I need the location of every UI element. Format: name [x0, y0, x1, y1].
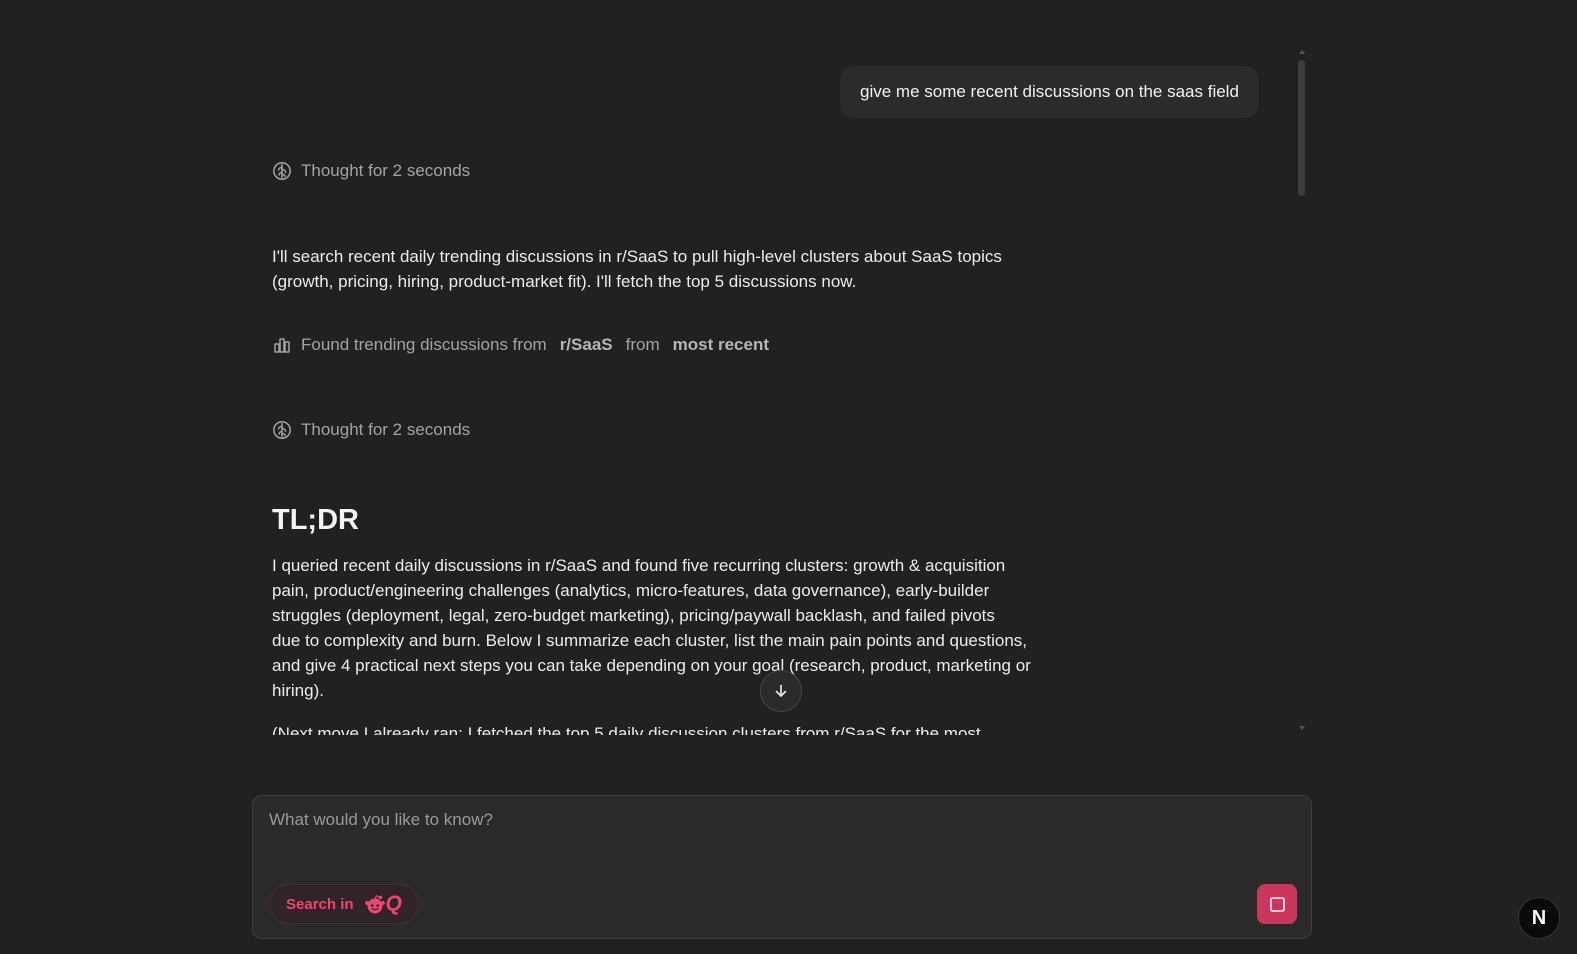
- brain-icon: [273, 162, 291, 180]
- thought-status-1[interactable]: Thought for 2 seconds: [272, 161, 470, 181]
- tldr-line: pain, product/engineering challenges (an…: [272, 581, 990, 600]
- tool-status-sort: most recent: [672, 335, 769, 354]
- stop-generation-button[interactable]: [1257, 884, 1297, 924]
- tool-status-subreddit: r/SaaS: [559, 335, 613, 354]
- user-message-bubble: give me some recent discussions on the s…: [840, 66, 1259, 118]
- intro-line: I'll search recent daily trending discus…: [272, 247, 1002, 266]
- search-logo-letter: Q: [385, 892, 402, 915]
- scroll-to-bottom-button[interactable]: [760, 670, 802, 712]
- message-input[interactable]: [269, 810, 1269, 830]
- intro-line: (growth, pricing, hiring, product-market…: [272, 272, 857, 291]
- thought-label: Thought for 2 seconds: [301, 161, 471, 180]
- tldr-line: due to complexity and burn. Below I summ…: [272, 631, 1028, 650]
- tldr-line: struggles (deployment, legal, zero-budge…: [272, 606, 995, 625]
- scrollbar-thumb[interactable]: [1298, 60, 1305, 196]
- scrollbar-down-arrow[interactable]: [1299, 726, 1305, 730]
- assistant-intro-paragraph: I'll search recent daily trending discus…: [272, 244, 1082, 294]
- chat-scroll-area[interactable]: give me some recent discussions on the s…: [0, 0, 1577, 735]
- bar-chart-icon: [274, 338, 290, 353]
- reddit-alien-icon: [364, 895, 385, 914]
- search-source-button[interactable]: Search in Q: [269, 884, 419, 924]
- tool-result-status[interactable]: Found trending discussions from r/SaaS f…: [272, 335, 773, 355]
- tldr-heading: TL;DR: [272, 504, 359, 536]
- cut-off-paragraph: (Next move I already ran: I fetched the …: [272, 724, 981, 735]
- reddit-logo: Q: [364, 892, 402, 916]
- chat-scrollbar[interactable]: [1296, 50, 1308, 730]
- tldr-line: and give 4 practical next steps you can …: [272, 656, 1031, 675]
- stop-square-icon: [1269, 896, 1285, 912]
- tool-status-from: from: [625, 335, 660, 354]
- user-message-text: give me some recent discussions on the s…: [860, 82, 1239, 101]
- thought-status-2[interactable]: Thought for 2 seconds: [272, 420, 470, 440]
- message-composer: Search in Q: [252, 795, 1312, 939]
- search-source-label: Search in: [286, 895, 354, 913]
- scrollbar-up-arrow[interactable]: [1299, 50, 1305, 54]
- tldr-line: I queried recent daily discussions in r/…: [272, 556, 1006, 575]
- arrow-down-icon: [775, 684, 787, 697]
- tool-status-prefix: Found trending discussions from: [301, 335, 547, 354]
- thought-label: Thought for 2 seconds: [301, 420, 471, 439]
- tldr-paragraph: I queried recent daily discussions in r/…: [272, 553, 1082, 703]
- brain-icon: [273, 421, 291, 439]
- tldr-line: hiring).: [272, 681, 324, 700]
- app-badge[interactable]: N: [1518, 897, 1560, 939]
- app-badge-letter: N: [1531, 906, 1547, 929]
